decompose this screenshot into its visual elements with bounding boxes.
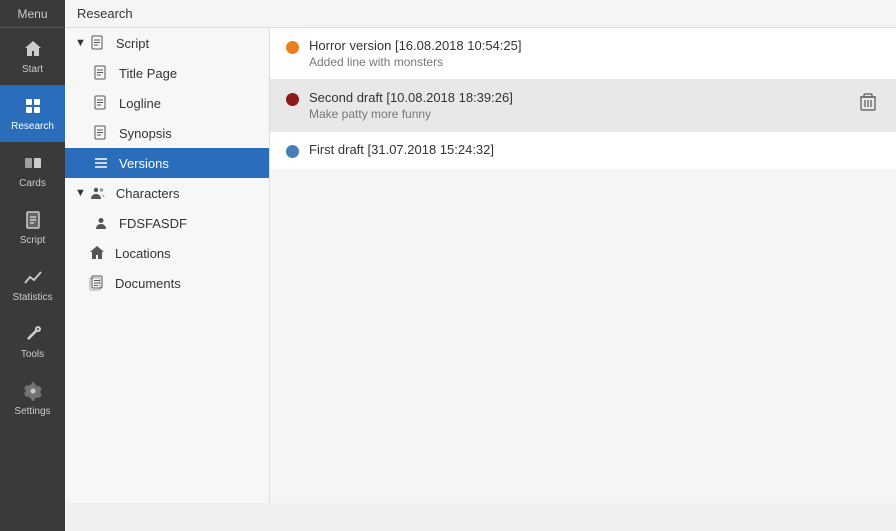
version-item-2: Second draft [10.08.2018 18:39:26] Make … [270,80,896,132]
page-icon-2 [93,95,109,111]
page-title: Research [77,6,133,21]
person-icon [93,215,109,231]
research-icon [22,95,44,117]
tree-label-script: Script [116,36,149,51]
version-item: Horror version [16.08.2018 10:54:25] Add… [270,28,896,80]
home-icon [22,38,44,60]
left-column: Menu Start Research [0,0,65,503]
tree-item-versions[interactable]: Versions [65,148,269,178]
content-area: ▼ Script [65,28,896,503]
version-info-3: First draft [31.07.2018 15:24:32] [309,142,880,159]
chevron-down-icon-2: ▼ [75,187,86,199]
chevron-down-icon: ▼ [75,37,86,49]
sidebar-item-settings[interactable]: Settings [0,370,65,427]
tree-item-logline[interactable]: Logline [65,88,269,118]
top-header: Research [65,0,896,28]
sidebar-research-label: Research [11,121,54,132]
tree-label-characters: Characters [116,186,180,201]
sidebar-start-label: Start [22,64,43,75]
sidebar-item-tools[interactable]: Tools [0,313,65,370]
menu-header[interactable]: Menu [0,0,65,28]
page-icon [93,65,109,81]
version-dot-2 [286,93,299,106]
delete-button[interactable] [856,90,880,114]
docs-icon [89,275,105,291]
tree-sidebar: ▼ Script [65,28,270,503]
tree-item-fdsfasdf[interactable]: FDSFASDF [65,208,269,238]
version-item-3: First draft [31.07.2018 15:24:32] [270,132,896,169]
tree-label-versions: Versions [119,156,169,171]
tree-item-script[interactable]: ▼ Script [65,28,269,58]
tree-label-locations: Locations [115,246,171,261]
sidebar-settings-label: Settings [14,406,50,417]
tree-item-synopsis[interactable]: Synopsis [65,118,269,148]
tree-label-fdsfasdf: FDSFASDF [119,216,187,231]
sidebar-statistics-label: Statistics [12,292,52,303]
icon-sidebar: Start Research Cards [0,28,65,531]
tree-label-synopsis: Synopsis [119,126,172,141]
settings-icon [22,380,44,402]
tree-item-characters[interactable]: ▼ Characters [65,178,269,208]
version-desc-1: Added line with monsters [309,55,880,69]
statistics-icon [22,266,44,288]
tree-item-documents[interactable]: Documents [65,268,269,298]
main-area: Research ▼ Script [65,0,896,503]
tree-label-documents: Documents [115,276,181,291]
sidebar-item-start[interactable]: Start [0,28,65,85]
version-desc-2: Make patty more funny [309,107,856,121]
sidebar-item-script[interactable]: Script [0,199,65,256]
tree-item-locations[interactable]: Locations [65,238,269,268]
version-title-3[interactable]: First draft [31.07.2018 15:24:32] [309,142,880,157]
people-icon [90,185,106,201]
sidebar-item-statistics[interactable]: Statistics [0,256,65,313]
doc-icon [90,35,106,51]
page-icon-3 [93,125,109,141]
sidebar-item-cards[interactable]: Cards [0,142,65,199]
version-title-2[interactable]: Second draft [10.08.2018 18:39:26] [309,90,856,105]
home2-icon [89,245,105,261]
cards-icon [22,152,44,174]
sidebar-cards-label: Cards [19,178,46,189]
version-dot-1 [286,41,299,54]
tree-item-title-page[interactable]: Title Page [65,58,269,88]
sidebar-script-label: Script [20,235,46,246]
tools-icon [22,323,44,345]
sidebar-item-research[interactable]: Research [0,85,65,142]
version-dot-3 [286,145,299,158]
sidebar-tools-label: Tools [21,349,44,360]
script-icon [22,209,44,231]
menu-label: Menu [17,7,47,21]
version-info-1: Horror version [16.08.2018 10:54:25] Add… [309,38,880,69]
tree-label-title-page: Title Page [119,66,177,81]
tree-label-logline: Logline [119,96,161,111]
version-title-1[interactable]: Horror version [16.08.2018 10:54:25] [309,38,880,53]
content-panel: Horror version [16.08.2018 10:54:25] Add… [270,28,896,503]
list-icon [93,155,109,171]
version-info-2: Second draft [10.08.2018 18:39:26] Make … [309,90,856,121]
